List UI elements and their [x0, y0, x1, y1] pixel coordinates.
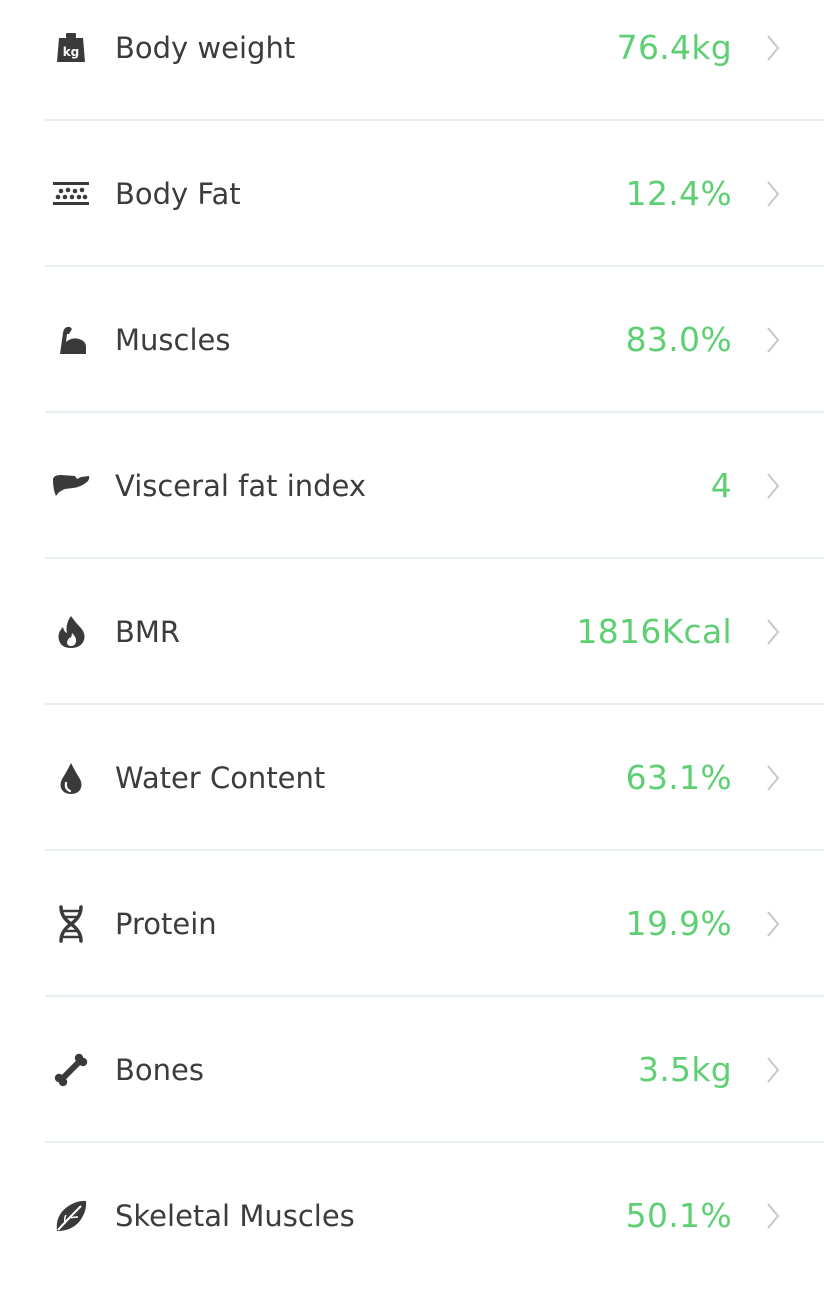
metric-label: Visceral fat index — [115, 469, 367, 503]
chevron-right-icon — [762, 174, 784, 214]
metric-label: Water Content — [115, 761, 326, 795]
metric-label: Bones — [115, 1053, 204, 1087]
metric-label: Body weight — [115, 31, 296, 65]
body-composition-list: kg Body weight 76.4kg Body Fat 12.4% Mus… — [0, 0, 824, 1280]
metric-row-protein[interactable]: Protein 19.9% — [0, 851, 824, 997]
metric-value: 83.0% — [625, 320, 732, 359]
chevron-right-icon — [762, 904, 784, 944]
dna-icon — [50, 903, 92, 945]
metric-label: BMR — [115, 615, 181, 649]
chevron-right-icon — [762, 758, 784, 798]
leaf-muscle-icon — [50, 1195, 92, 1237]
chevron-right-icon — [762, 466, 784, 506]
metric-value: 76.4kg — [616, 28, 732, 67]
metric-row-bones[interactable]: Bones 3.5kg — [0, 997, 824, 1143]
metric-value: 3.5kg — [637, 1050, 732, 1089]
chevron-right-icon — [762, 1050, 784, 1090]
metric-row-muscles[interactable]: Muscles 83.0% — [0, 267, 824, 413]
metric-label: Skeletal Muscles — [115, 1199, 355, 1233]
muscle-arm-icon — [50, 319, 92, 361]
chevron-right-icon — [762, 1196, 784, 1236]
bone-icon — [50, 1049, 92, 1091]
water-drop-icon — [50, 757, 92, 799]
metric-value: 19.9% — [625, 904, 732, 943]
svg-text:kg: kg — [63, 45, 80, 59]
metric-row-skeletal-muscles[interactable]: Skeletal Muscles 50.1% — [0, 1143, 824, 1289]
chevron-right-icon — [762, 612, 784, 652]
metric-value: 50.1% — [625, 1196, 732, 1235]
metric-row-body-fat[interactable]: Body Fat 12.4% — [0, 121, 824, 267]
flame-icon — [50, 611, 92, 653]
metric-value: 1816Kcal — [576, 612, 732, 651]
metric-label: Muscles — [115, 323, 231, 357]
metric-value: 12.4% — [625, 174, 732, 213]
metric-row-body-weight[interactable]: kg Body weight 76.4kg — [0, 0, 824, 121]
metric-label: Protein — [115, 907, 217, 941]
body-fat-icon — [50, 173, 92, 215]
metric-value: 63.1% — [625, 758, 732, 797]
metric-row-water-content[interactable]: Water Content 63.1% — [0, 705, 824, 851]
metric-value: 4 — [710, 466, 732, 505]
metric-label: Body Fat — [115, 177, 241, 211]
weight-kg-icon: kg — [50, 27, 92, 69]
liver-icon — [50, 465, 92, 507]
chevron-right-icon — [762, 28, 784, 68]
metric-row-visceral-fat-index[interactable]: Visceral fat index 4 — [0, 413, 824, 559]
metric-row-bmr[interactable]: BMR 1816Kcal — [0, 559, 824, 705]
chevron-right-icon — [762, 320, 784, 360]
